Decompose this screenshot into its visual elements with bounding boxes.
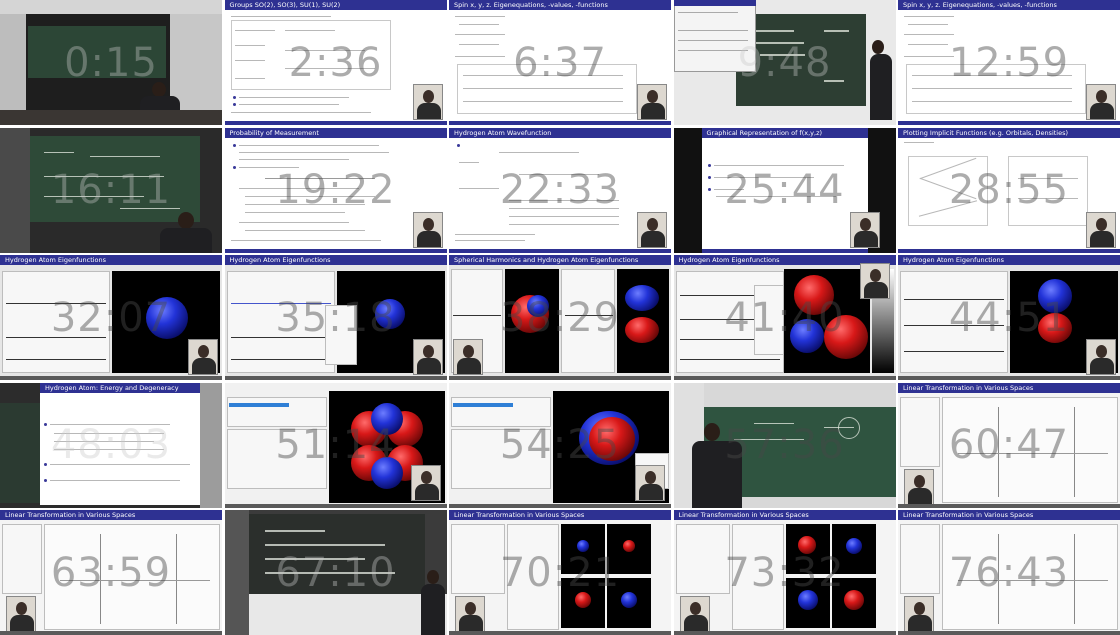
slide-title: Linear Transformation in Various Spaces: [903, 511, 1034, 519]
slide-title: Linear Transformation in Various Spaces: [903, 383, 1034, 392]
slide-title: Linear Transformation in Various Spaces: [5, 511, 136, 519]
thumbnail-tile[interactable]: Linear Transformation in Various Spaces …: [898, 510, 1120, 635]
thumbnail-grid: 0:15 Groups SO(2), SO(3), SU(1), SU(2) 2…: [0, 0, 1120, 635]
thumbnail-tile[interactable]: 57:36: [673, 382, 896, 508]
thumbnail-tile[interactable]: Probability of Measurement 19:22: [224, 127, 447, 253]
thumbnail-tile[interactable]: 67:10: [224, 510, 447, 635]
slide-title: Linear Transformation in Various Spaces: [454, 511, 585, 519]
slide-title: Probability of Measurement: [229, 128, 319, 137]
thumbnail-tile[interactable]: Hydrogen Atom Eigenfunctions 32:07: [0, 255, 222, 380]
slide-title: Linear Transformation in Various Spaces: [678, 511, 809, 519]
thumbnail-tile[interactable]: Hydrogen Atom Wavefunction 22:33: [449, 127, 671, 253]
slide-title: Hydrogen Atom Eigenfunctions: [229, 256, 331, 264]
thumbnail-tile[interactable]: 54:25: [449, 382, 671, 508]
slide-title: Graphical Representation of f(x,y,z): [706, 128, 823, 137]
thumbnail-tile[interactable]: Spin x, y, z. Eigenequations, -values, -…: [449, 0, 671, 125]
thumbnail-tile[interactable]: Linear Transformation in Various Spaces …: [673, 510, 896, 635]
thumbnail-tile[interactable]: Plotting Implicit Functions (e.g. Orbita…: [898, 127, 1120, 253]
thumbnail-tile[interactable]: Groups SO(2), SO(3), SU(1), SU(2) 2:36: [224, 0, 447, 125]
thumbnail-tile[interactable]: Hydrogen Atom: Energy and Degeneracy 48:…: [0, 382, 222, 508]
thumbnail-tile[interactable]: 51:14: [224, 382, 447, 508]
thumbnail-tile[interactable]: Hydrogen Atom Eigenfunctions 35:18: [224, 255, 447, 380]
slide-title: Plotting Implicit Functions (e.g. Orbita…: [903, 128, 1069, 137]
slide-title: Hydrogen Atom Wavefunction: [454, 128, 552, 137]
slide-title: Hydrogen Atom Eigenfunctions: [903, 256, 1005, 264]
slide-title: Hydrogen Atom Eigenfunctions: [5, 256, 107, 264]
thumbnail-tile[interactable]: Spherical Harmonics and Hydrogen Atom Ei…: [449, 255, 671, 380]
thumbnail-tile[interactable]: Linear Transformation in Various Spaces …: [0, 510, 222, 635]
slide-title: Hydrogen Atom Eigenfunctions: [678, 256, 780, 264]
thumbnail-tile[interactable]: Hydrogen Atom Eigenfunctions 44:51: [898, 255, 1120, 380]
thumbnail-tile[interactable]: Linear Transformation in Various Spaces …: [898, 382, 1120, 508]
thumbnail-tile[interactable]: 9:48: [673, 0, 896, 125]
thumbnail-tile[interactable]: Spin x, y, z. Eigenequations, -values, -…: [898, 0, 1120, 125]
thumbnail-tile[interactable]: Graphical Representation of f(x,y,z) 25:…: [673, 127, 896, 253]
slide-title: Spherical Harmonics and Hydrogen Atom Ei…: [454, 256, 639, 264]
slide-title: Hydrogen Atom: Energy and Degeneracy: [45, 383, 179, 392]
slide-title: Groups SO(2), SO(3), SU(1), SU(2): [229, 1, 341, 9]
thumbnail-tile[interactable]: 16:11: [0, 127, 222, 253]
slide-title: Spin x, y, z. Eigenequations, -values, -…: [903, 1, 1057, 9]
thumbnail-tile[interactable]: 0:15: [0, 0, 222, 125]
slide-title: Spin x, y, z. Eigenequations, -values, -…: [454, 1, 608, 9]
thumbnail-tile[interactable]: Hydrogen Atom Eigenfunctions 41:40: [673, 255, 896, 380]
thumbnail-tile[interactable]: Linear Transformation in Various Spaces …: [449, 510, 671, 635]
